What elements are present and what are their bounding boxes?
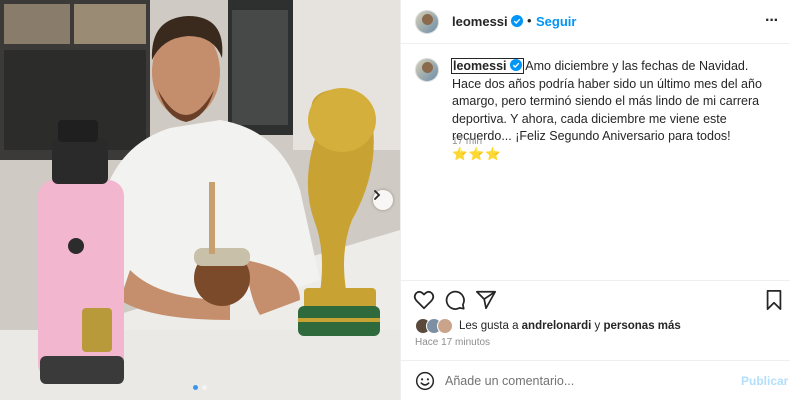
- post-sidebar: leomessi • Seguir ··· leomessi Amo dicie…: [400, 0, 790, 400]
- liker-username[interactable]: andrelonardi: [522, 320, 592, 332]
- post-photo[interactable]: [0, 0, 400, 400]
- caption-username[interactable]: leomessi: [451, 58, 524, 74]
- author-avatar[interactable]: [415, 10, 439, 34]
- separator-dot: •: [527, 13, 532, 28]
- instagram-post: leomessi • Seguir ··· leomessi Amo dicie…: [0, 0, 790, 400]
- caption-time: 17 min: [452, 136, 483, 147]
- publish-button[interactable]: Publicar: [741, 374, 788, 388]
- more-options-icon[interactable]: ···: [765, 12, 779, 30]
- comment-input[interactable]: [445, 372, 715, 390]
- likes-summary: Les gusta a andrelonardi y personas más: [415, 318, 681, 334]
- author-username[interactable]: leomessi: [452, 14, 523, 29]
- carousel-dot: [202, 385, 207, 390]
- verified-badge-icon: [510, 15, 523, 27]
- likes-prefix: Les gusta a: [459, 320, 522, 332]
- chevron-right-icon: [374, 190, 381, 200]
- comment-bar: Publicar: [401, 360, 790, 401]
- post-header: leomessi • Seguir ···: [401, 0, 790, 44]
- posted-time[interactable]: Hace 17 minutos: [415, 337, 490, 348]
- paper-plane-icon[interactable]: [475, 289, 497, 311]
- caption-username-text[interactable]: leomessi: [453, 59, 507, 73]
- photo-illustration: [0, 0, 400, 400]
- likes-text: Les gusta a andrelonardi y personas más: [459, 320, 681, 332]
- follow-button[interactable]: Seguir: [536, 14, 576, 29]
- comment-bubble-icon[interactable]: [444, 289, 466, 311]
- caption-stars: ⭐⭐⭐: [452, 146, 502, 161]
- action-bar: [401, 280, 790, 315]
- carousel-dots: [0, 385, 400, 390]
- caption-avatar[interactable]: [415, 58, 439, 82]
- carousel-next-button[interactable]: [373, 190, 393, 210]
- post-caption: leomessi Amo diciembre y las fechas de N…: [451, 58, 772, 163]
- likes-middle: y: [591, 320, 604, 332]
- heart-icon[interactable]: [413, 289, 435, 311]
- carousel-dot-active: [193, 385, 198, 390]
- smiley-icon[interactable]: [415, 371, 435, 391]
- verified-badge-icon: [509, 59, 522, 71]
- bookmark-icon[interactable]: [763, 289, 785, 311]
- author-username-text[interactable]: leomessi: [452, 14, 508, 29]
- likes-others-link[interactable]: personas más: [603, 320, 680, 332]
- liker-avatar: [437, 318, 453, 334]
